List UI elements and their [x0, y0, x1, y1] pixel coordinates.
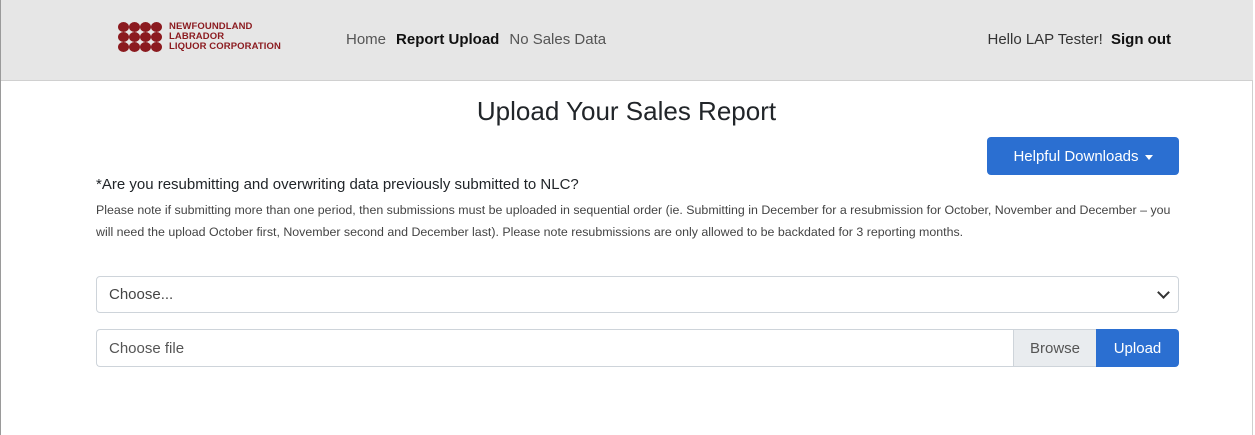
- top-navbar: NEWFOUNDLAND LABRADOR LIQUOR CORPORATION…: [1, 0, 1253, 81]
- brand-line-3: LIQUOR CORPORATION: [169, 41, 281, 52]
- brand-name: NEWFOUNDLAND LABRADOR LIQUOR CORPORATION: [169, 22, 281, 52]
- user-greeting: Hello LAP Tester!: [987, 31, 1103, 48]
- helpful-downloads-label: Helpful Downloads: [1013, 147, 1139, 165]
- file-upload-group: Choose file Browse Upload: [96, 329, 1179, 367]
- file-input-placeholder: Choose file: [109, 339, 185, 357]
- main-nav: Home Report Upload No Sales Data: [346, 31, 606, 48]
- resubmission-note: Please note if submitting more than one …: [96, 203, 1171, 239]
- resubmission-select-value: Choose...: [109, 286, 174, 303]
- helpful-downloads-button[interactable]: Helpful Downloads: [987, 137, 1179, 175]
- browse-button[interactable]: Browse: [1013, 329, 1096, 367]
- resubmission-question: *Are you resubmitting and overwriting da…: [96, 176, 579, 193]
- user-area: Hello LAP Tester! Sign out: [987, 31, 1171, 48]
- chevron-down-icon: [1157, 286, 1170, 299]
- file-input[interactable]: Choose file: [96, 329, 1013, 367]
- nlc-dots-logo-icon: [118, 22, 162, 52]
- brand-logo[interactable]: NEWFOUNDLAND LABRADOR LIQUOR CORPORATION: [118, 22, 281, 52]
- nav-home[interactable]: Home: [346, 31, 386, 48]
- nav-report-upload[interactable]: Report Upload: [396, 31, 499, 48]
- caret-down-icon: [1144, 154, 1153, 160]
- nav-no-sales-data[interactable]: No Sales Data: [509, 31, 606, 48]
- resubmission-select[interactable]: Choose...: [96, 276, 1179, 313]
- upload-button[interactable]: Upload: [1096, 329, 1179, 367]
- page-title: Upload Your Sales Report: [476, 96, 777, 126]
- sign-out-link[interactable]: Sign out: [1111, 31, 1171, 48]
